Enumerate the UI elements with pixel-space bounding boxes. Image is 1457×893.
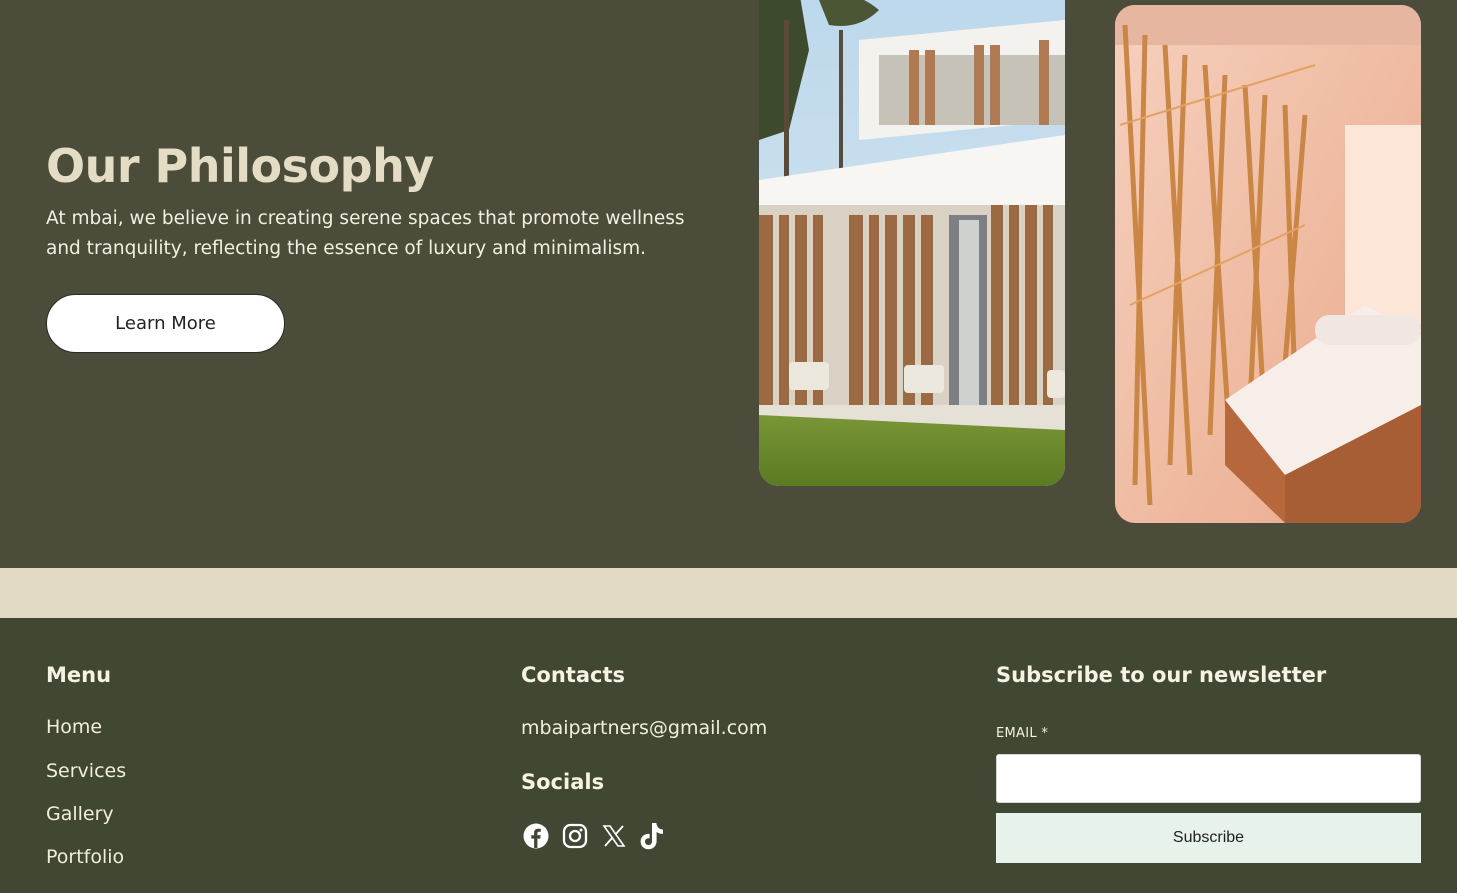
site-footer: Menu Home Services Gallery Portfolio Con… xyxy=(0,618,1457,893)
menu-title: Menu xyxy=(46,663,112,687)
menu-item-portfolio[interactable]: Portfolio xyxy=(46,846,124,868)
divider-band xyxy=(0,568,1457,618)
newsletter-title: Subscribe to our newsletter xyxy=(996,663,1327,687)
section-description: At mbai, we believe in creating serene s… xyxy=(46,208,685,259)
x-icon[interactable] xyxy=(599,821,629,851)
subscribe-button[interactable]: Subscribe xyxy=(996,813,1421,863)
email-field-label: EMAIL * xyxy=(996,726,1049,741)
contacts-title: Contacts xyxy=(521,663,625,687)
tiktok-icon[interactable] xyxy=(637,821,667,851)
newsletter-email-input[interactable] xyxy=(996,754,1421,803)
menu-item-services[interactable]: Services xyxy=(46,760,126,782)
menu-item-home[interactable]: Home xyxy=(46,716,102,738)
contact-email-link[interactable]: mbaipartners@gmail.com xyxy=(521,717,767,739)
socials-title: Socials xyxy=(521,770,605,794)
building-photo xyxy=(759,0,1065,486)
instagram-icon[interactable] xyxy=(560,821,590,851)
philosophy-section: Our Philosophy At mbai, we believe in cr… xyxy=(0,0,1457,568)
facebook-icon[interactable] xyxy=(521,821,551,851)
section-title: Our Philosophy xyxy=(46,139,434,193)
spa-room-photo xyxy=(1115,5,1421,523)
learn-more-button[interactable]: Learn More xyxy=(46,294,285,353)
menu-item-gallery[interactable]: Gallery xyxy=(46,803,114,825)
